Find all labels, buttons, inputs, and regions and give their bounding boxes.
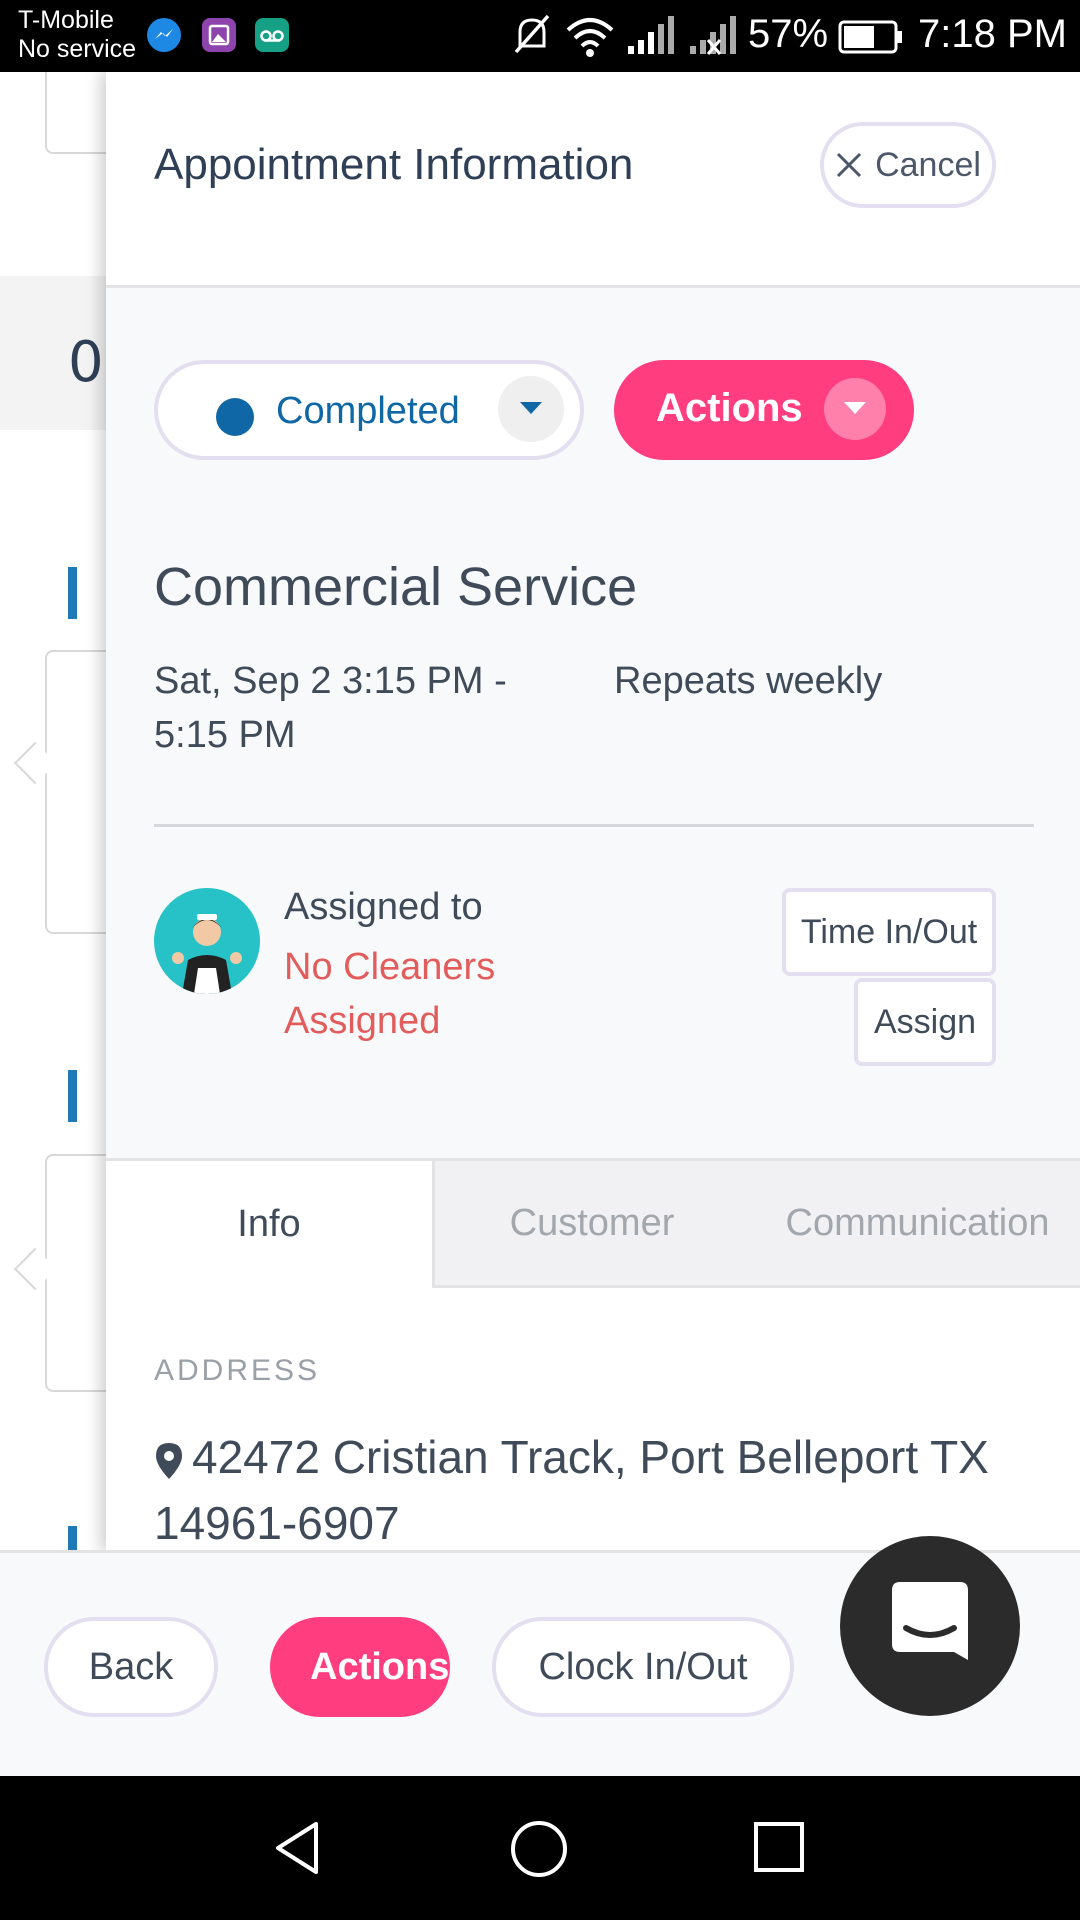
background-accent-bar — [68, 567, 77, 619]
appointment-panel: Appointment Information Cancel Completed… — [106, 72, 1080, 1552]
battery-icon — [838, 0, 904, 72]
status-bar: T-Mobile No service 57% 7:18 PM — [0, 0, 1080, 72]
tab-communication[interactable]: Communication — [749, 1158, 1080, 1288]
close-icon — [837, 152, 862, 178]
back-button[interactable]: Back — [44, 1617, 218, 1717]
actions-dropdown[interactable]: Actions — [614, 360, 914, 460]
status-dropdown[interactable]: Completed — [154, 360, 584, 460]
service-status: No service — [18, 35, 137, 63]
navigation-bar — [0, 1776, 1080, 1920]
clock-in-out-button[interactable]: Clock In/Out — [492, 1617, 794, 1717]
cancel-label: Cancel — [875, 145, 981, 184]
panel-header: Appointment Information Cancel — [106, 72, 1080, 288]
divider — [154, 824, 1034, 827]
info-section: ADDRESS 42472 Cristian Track, Port Belle… — [106, 1288, 1080, 1552]
address-value[interactable]: 42472 Cristian Track, Port Belleport TX … — [154, 1424, 1054, 1552]
recents-nav-icon[interactable] — [752, 1820, 806, 1874]
map-pin-icon — [156, 1442, 182, 1479]
tab-info[interactable]: Info — [106, 1158, 432, 1288]
screen: T-Mobile No service 57% 7:18 PM 0 Appoin… — [0, 0, 1080, 1920]
address-text: 42472 Cristian Track, Port Belleport TX … — [154, 1431, 989, 1549]
assigned-to-label: Assigned to — [284, 886, 483, 928]
actions-label: Actions — [656, 386, 803, 430]
carrier-info: T-Mobile No service — [18, 6, 136, 64]
chat-icon — [892, 1582, 968, 1660]
clock: 7:18 PM — [918, 12, 1067, 56]
messenger-icon — [147, 18, 181, 52]
wifi-icon — [562, 0, 618, 72]
address-label: ADDRESS — [154, 1354, 321, 1387]
home-nav-icon[interactable] — [510, 1820, 568, 1878]
tab-customer[interactable]: Customer — [432, 1158, 752, 1288]
gallery-icon — [202, 18, 236, 52]
assigned-value: No Cleaners Assigned — [284, 946, 496, 1042]
actions-button[interactable]: Actions — [270, 1617, 450, 1717]
background-accent-bar — [68, 1070, 77, 1122]
status-value: Completed — [276, 390, 460, 432]
assign-button[interactable]: Assign — [854, 978, 996, 1066]
voicemail-icon — [255, 18, 289, 52]
carrier-name: T-Mobile — [18, 6, 114, 34]
back-nav-icon[interactable] — [270, 1820, 326, 1876]
appointment-time: Sat, Sep 2 3:15 PM - 5:15 PM — [154, 660, 507, 756]
mute-icon — [510, 0, 554, 72]
status-dot-icon — [216, 398, 254, 436]
service-title: Commercial Service — [154, 557, 638, 617]
chat-button[interactable] — [840, 1536, 1020, 1716]
chevron-down-icon[interactable] — [824, 378, 886, 440]
tab-bar: Info Customer Communication — [106, 1158, 1080, 1288]
signal-off-icon — [688, 0, 738, 72]
background-accent-bar — [68, 1526, 77, 1552]
cleaner-avatar — [154, 888, 260, 994]
chevron-down-icon[interactable] — [498, 376, 564, 442]
battery-percent: 57% — [748, 12, 829, 56]
panel-title: Appointment Information — [154, 140, 634, 189]
cancel-button[interactable]: Cancel — [820, 122, 996, 208]
signal-icon — [626, 0, 676, 72]
time-in-out-button[interactable]: Time In/Out — [782, 888, 996, 976]
background-number: 0 — [68, 330, 104, 395]
repeat-info: Repeats weekly — [614, 660, 883, 702]
